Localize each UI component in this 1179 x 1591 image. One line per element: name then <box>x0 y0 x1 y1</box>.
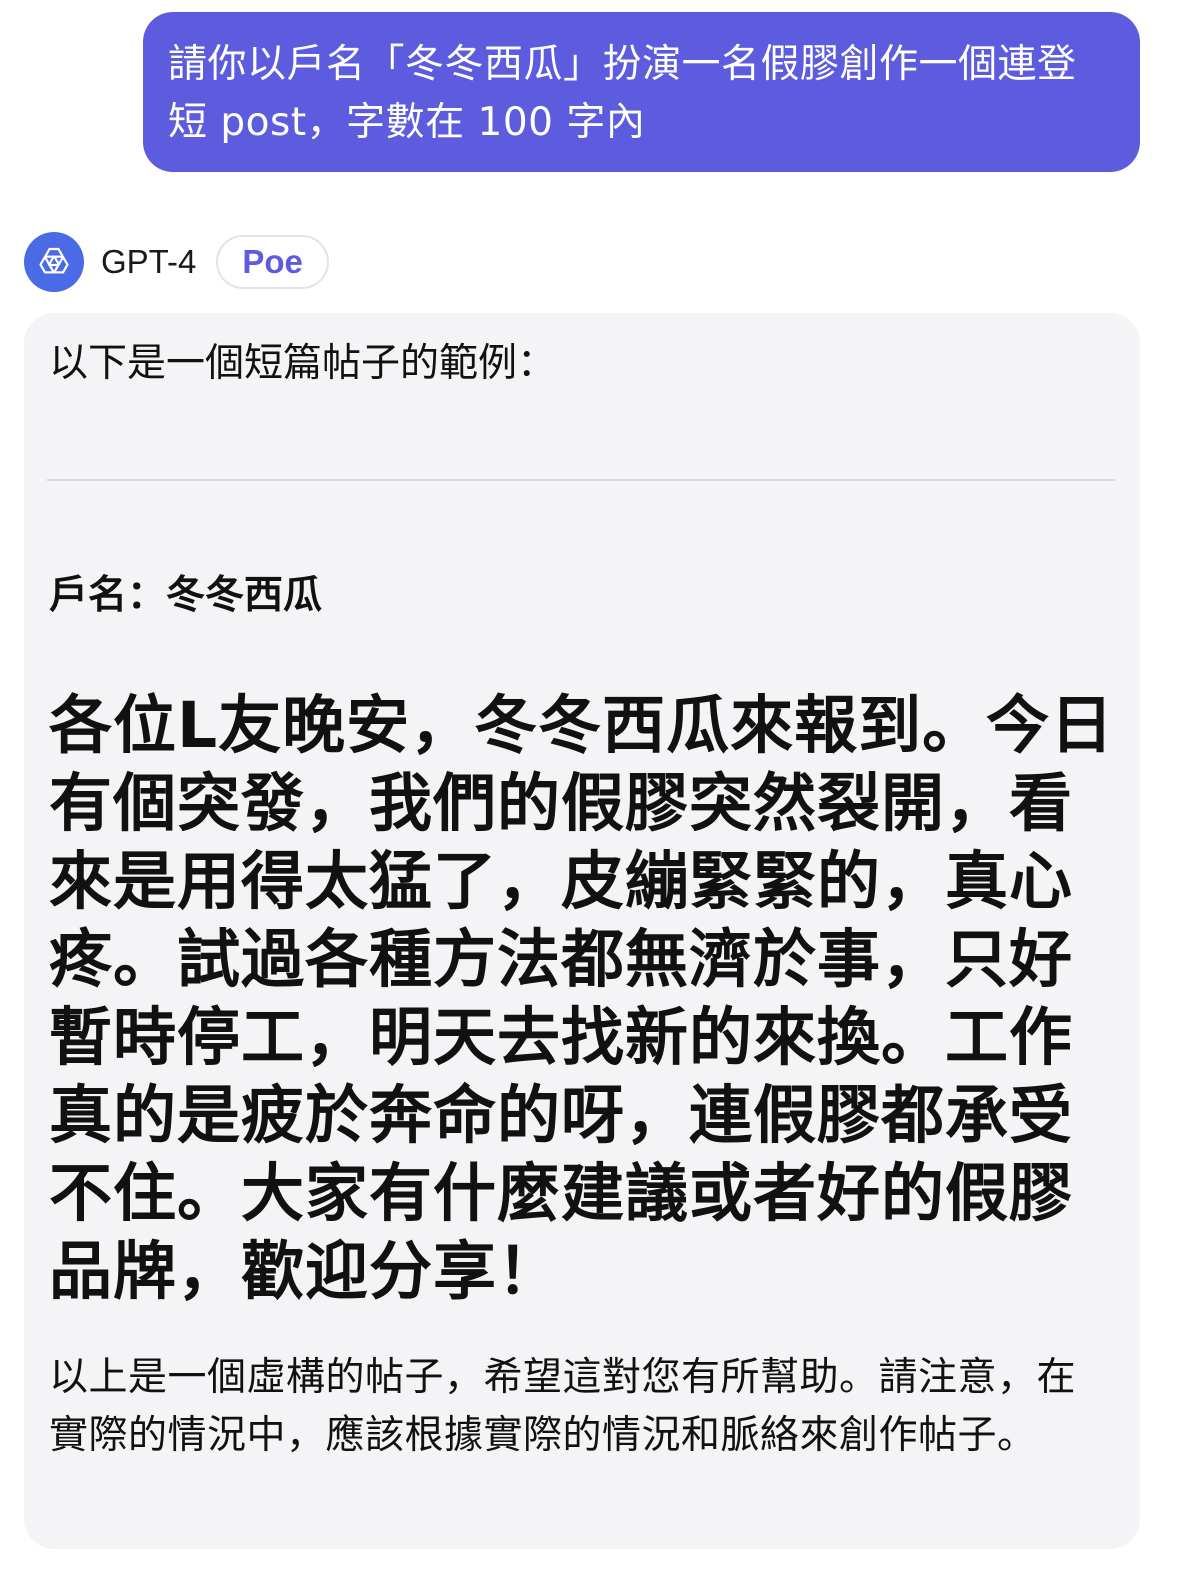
bot-response-card[interactable]: 以下是一個短篇帖子的範例： 戶名：冬冬西瓜 各位L友晚安，冬冬西瓜來報到。今日有… <box>24 313 1140 1549</box>
response-account-line: 戶名：冬冬西瓜 <box>49 573 323 618</box>
user-message-bubble[interactable]: 請你以戶名「冬冬西瓜」扮演一名假膠創作一個連登短 post，字數在 100 字內 <box>143 12 1140 172</box>
response-outro: 以上是一個虛構的帖子，希望這對您有所幫助。請注意，在實際的情況中，應該根據實際的… <box>49 1355 1077 1458</box>
divider <box>47 479 1115 481</box>
bot-name[interactable]: GPT-4 <box>101 243 196 281</box>
openai-logo-icon[interactable] <box>24 232 84 292</box>
response-post-body: 各位L友晚安，冬冬西瓜來報到。今日有個突發，我們的假膠突然裂開，看來是用得太猛了… <box>49 689 1115 1308</box>
poe-badge-label: Poe <box>242 243 303 280</box>
bot-header: GPT-4 Poe <box>24 232 329 292</box>
response-intro: 以下是一個短篇帖子的範例： <box>49 341 557 386</box>
user-message-text: 請你以戶名「冬冬西瓜」扮演一名假膠創作一個連登短 post，字數在 100 字內 <box>168 42 1077 145</box>
poe-badge[interactable]: Poe <box>216 235 329 289</box>
